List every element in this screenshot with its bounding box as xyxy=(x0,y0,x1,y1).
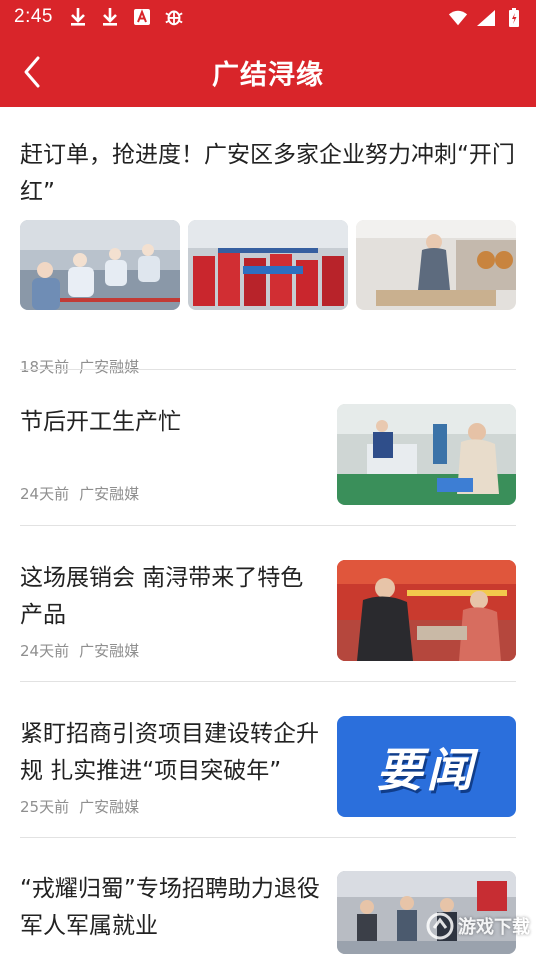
news-meta: 24天前 广安融媒 xyxy=(20,483,139,504)
news-source: 广安融媒 xyxy=(79,798,140,816)
divider xyxy=(20,681,516,682)
news-time: 25天前 xyxy=(20,798,70,816)
news-item[interactable]: 赶订单，抢进度！广安区多家企业努力冲刺“开门红” 18天前 广安融媒 xyxy=(20,137,516,376)
news-source: 广安融媒 xyxy=(79,642,140,660)
news-thumbnail xyxy=(188,220,348,310)
news-item[interactable]: 节后开工生产忙 24天前 广安融媒 xyxy=(20,404,516,534)
status-bar: 2:45 xyxy=(0,0,536,36)
news-image-row xyxy=(20,220,516,310)
news-meta: 25天前 广安融媒 xyxy=(20,796,139,817)
news-item[interactable]: 紧盯招商引资项目建设转企升规 扎实推进“项目突破年” 25天前 广安融媒 要闻 xyxy=(20,716,516,846)
signal-icon xyxy=(476,8,496,28)
news-thumbnail xyxy=(20,220,180,310)
news-title: 紧盯招商引资项目建设转企升规 扎实推进“项目突破年” xyxy=(20,721,319,784)
download-icon xyxy=(100,7,120,27)
news-source: 广安融媒 xyxy=(79,358,140,376)
news-meta: 18天前 广安融媒 xyxy=(20,356,139,377)
battery-icon xyxy=(504,8,524,28)
news-thumbnail xyxy=(337,560,516,661)
news-time: 24天前 xyxy=(20,642,70,660)
watermark: 游戏下载 xyxy=(426,912,530,940)
divider xyxy=(20,525,516,526)
bug-icon xyxy=(164,7,184,27)
news-meta: 24天前 广安融媒 xyxy=(20,640,139,661)
system-icons xyxy=(448,8,524,28)
app-a-icon xyxy=(132,7,152,27)
news-thumbnail: 要闻 xyxy=(337,716,516,817)
watermark-text: 游戏下载 xyxy=(458,917,530,938)
watermark-logo-icon xyxy=(426,912,454,940)
news-image-label: 要闻 xyxy=(376,742,477,797)
news-title: “戎耀归蜀”专场招聘助力退役军人军属就业 xyxy=(20,876,320,939)
notification-icons xyxy=(68,7,184,27)
news-time: 18天前 xyxy=(20,358,70,376)
app-bar: 广结浔缘 xyxy=(0,36,536,107)
download-icon xyxy=(68,7,88,27)
news-title: 这场展销会 南浔带来了特色产品 xyxy=(20,565,304,628)
page-title: 广结浔缘 xyxy=(212,60,324,91)
news-time: 24天前 xyxy=(20,485,70,503)
wifi-icon xyxy=(448,8,468,28)
divider xyxy=(20,369,516,370)
news-thumbnail xyxy=(337,404,516,505)
news-title: 赶订单，抢进度！广安区多家企业努力冲刺“开门红” xyxy=(20,142,515,205)
news-source: 广安融媒 xyxy=(79,485,140,503)
news-title: 节后开工生产忙 xyxy=(20,409,181,435)
status-time: 2:45 xyxy=(14,6,53,27)
news-item[interactable]: 这场展销会 南浔带来了特色产品 24天前 广安融媒 xyxy=(20,560,516,690)
divider xyxy=(20,837,516,838)
news-thumbnail xyxy=(356,220,516,310)
